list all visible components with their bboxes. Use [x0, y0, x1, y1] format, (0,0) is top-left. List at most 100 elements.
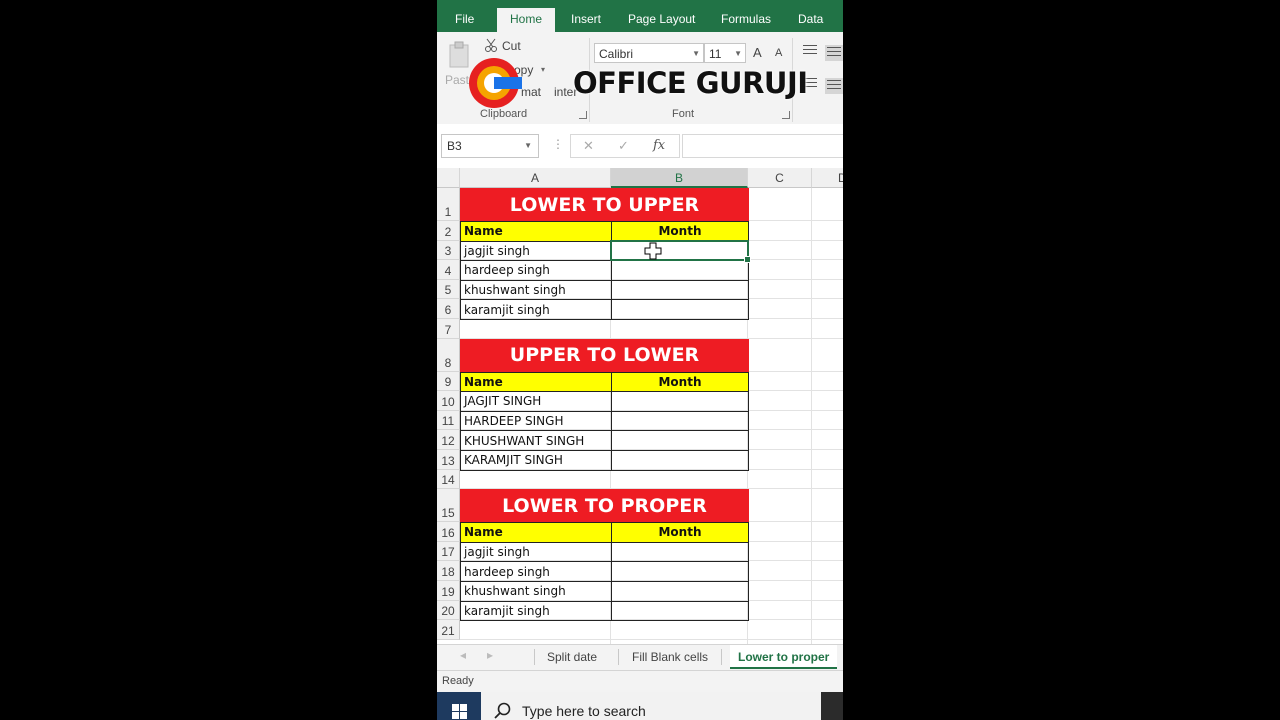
month-cell[interactable] — [611, 581, 749, 602]
month-cell[interactable] — [611, 561, 749, 582]
next-sheet-icon[interactable]: ▸ — [487, 648, 493, 662]
tab-separator — [721, 649, 722, 665]
select-all-corner[interactable] — [437, 168, 460, 188]
name-box[interactable]: B3 ▼ — [441, 134, 539, 158]
month-cell[interactable] — [611, 600, 749, 622]
taskbar-search-box[interactable]: Type here to search — [481, 692, 821, 720]
month-cell[interactable] — [611, 541, 749, 563]
row-header[interactable]: 5 — [437, 279, 460, 300]
tab-data[interactable]: Data — [798, 0, 823, 32]
name-cell[interactable]: HARDEEP SINGH — [460, 410, 612, 432]
tab-insert[interactable]: Insert — [571, 0, 601, 32]
tab-file[interactable]: File — [455, 0, 474, 32]
row-header[interactable]: 10 — [437, 391, 460, 411]
gridline — [811, 188, 812, 644]
header-name-cell[interactable]: Name — [460, 371, 612, 393]
office-guruji-logo: OFFICE GURUJI — [467, 55, 837, 111]
paste-label[interactable]: Past — [445, 73, 469, 87]
excel-window: File Home Insert Page Layout Formulas Da… — [437, 0, 843, 720]
clipboard-dialog-launcher-icon[interactable] — [579, 111, 587, 119]
name-cell[interactable]: hardeep singh — [460, 561, 612, 582]
formula-buttons: ✕ ✓ fx — [570, 134, 680, 158]
ribbon-tabs: File Home Insert Page Layout Formulas Da… — [437, 0, 843, 32]
header-month-cell[interactable]: Month — [611, 522, 749, 543]
search-icon — [494, 702, 511, 719]
month-cell[interactable] — [611, 299, 749, 320]
name-cell[interactable]: jagjit singh — [460, 240, 612, 262]
header-month-cell[interactable]: Month — [611, 221, 749, 242]
column-header-c[interactable]: C — [748, 168, 812, 188]
column-header-b[interactable]: B — [611, 168, 748, 188]
month-cell[interactable] — [611, 430, 749, 451]
month-cell[interactable] — [611, 260, 749, 281]
sheet-tab-fill-blank-cells[interactable]: Fill Blank cells — [632, 645, 708, 669]
logo-text: OFFICE GURUJI — [573, 66, 808, 100]
row-header[interactable]: 17 — [437, 541, 460, 562]
row-header[interactable]: 19 — [437, 581, 460, 601]
row-header[interactable]: 13 — [437, 450, 460, 470]
month-cell[interactable] — [611, 279, 749, 301]
section-title[interactable]: LOWER TO UPPER — [460, 188, 749, 221]
enter-icon[interactable]: ✓ — [618, 138, 629, 154]
row-header[interactable]: 15 — [437, 489, 460, 523]
column-header-d[interactable]: D — [812, 168, 843, 188]
sheet-tab-split-date[interactable]: Split date — [547, 645, 597, 669]
taskbar-app-button[interactable] — [821, 692, 843, 720]
status-bar: Ready — [437, 670, 843, 693]
windows-taskbar: Type here to search — [437, 692, 843, 720]
worksheet-grid: A B C D 1 2 3 4 5 6 7 8 9 10 11 12 13 14 15 16 17 18 19 20 2… — [437, 168, 843, 644]
name-cell[interactable]: karamjit singh — [460, 299, 612, 320]
row-header[interactable]: 21 — [437, 620, 460, 640]
more-dots-icon: ⋮ — [552, 137, 564, 151]
header-name-cell[interactable]: Name — [460, 522, 612, 543]
tab-page-layout[interactable]: Page Layout — [628, 0, 695, 32]
row-header[interactable]: 18 — [437, 561, 460, 581]
column-header-a[interactable]: A — [460, 168, 611, 188]
name-cell[interactable]: khushwant singh — [460, 581, 612, 602]
sheet-tab-bar: ◂ ▸ Split date Fill Blank cells Lower to… — [437, 644, 843, 670]
tab-formulas[interactable]: Formulas — [721, 0, 771, 32]
cut-button[interactable]: Cut — [502, 39, 521, 53]
header-name-cell[interactable]: Name — [460, 221, 612, 242]
name-cell[interactable]: KARAMJIT SINGH — [460, 450, 612, 471]
row-header[interactable]: 2 — [437, 221, 460, 241]
cancel-icon[interactable]: ✕ — [583, 138, 594, 154]
name-box-value: B3 — [447, 139, 462, 153]
row-header[interactable]: 4 — [437, 260, 460, 280]
row-header[interactable]: 9 — [437, 371, 460, 392]
row-header[interactable]: 6 — [437, 299, 460, 319]
name-cell[interactable]: jagjit singh — [460, 541, 612, 563]
font-dialog-launcher-icon[interactable] — [782, 111, 790, 119]
name-cell[interactable]: KHUSHWANT SINGH — [460, 430, 612, 451]
insert-function-icon[interactable]: fx — [653, 138, 665, 153]
month-cell[interactable] — [611, 410, 749, 432]
section-title[interactable]: LOWER TO PROPER — [460, 489, 749, 523]
gridline — [460, 638, 843, 640]
row-header[interactable]: 7 — [437, 319, 460, 339]
month-cell[interactable] — [611, 391, 749, 412]
name-cell[interactable]: JAGJIT SINGH — [460, 391, 612, 412]
header-month-cell[interactable]: Month — [611, 371, 749, 393]
sheet-tab-lower-to-proper[interactable]: Lower to proper — [730, 645, 838, 669]
formula-input[interactable] — [682, 134, 843, 158]
row-header[interactable]: 16 — [437, 522, 460, 542]
row-header[interactable]: 8 — [437, 338, 460, 372]
chevron-down-icon: ▼ — [524, 141, 532, 150]
search-placeholder: Type here to search — [522, 703, 646, 719]
row-header[interactable]: 1 — [437, 188, 460, 221]
row-header[interactable]: 12 — [437, 430, 460, 450]
section-title[interactable]: UPPER TO LOWER — [460, 338, 749, 372]
name-cell[interactable]: karamjit singh — [460, 600, 612, 622]
row-header[interactable]: 3 — [437, 240, 460, 261]
scissors-icon[interactable] — [484, 38, 498, 52]
row-header[interactable]: 14 — [437, 469, 460, 490]
row-header[interactable]: 11 — [437, 410, 460, 431]
tab-home[interactable]: Home — [497, 8, 556, 32]
row-header[interactable]: 20 — [437, 600, 460, 621]
name-cell[interactable]: khushwant singh — [460, 279, 612, 301]
start-button[interactable] — [437, 692, 481, 720]
month-cell[interactable] — [611, 450, 749, 471]
fill-handle[interactable] — [744, 256, 751, 264]
previous-sheet-icon[interactable]: ◂ — [460, 648, 466, 662]
name-cell[interactable]: hardeep singh — [460, 260, 612, 281]
